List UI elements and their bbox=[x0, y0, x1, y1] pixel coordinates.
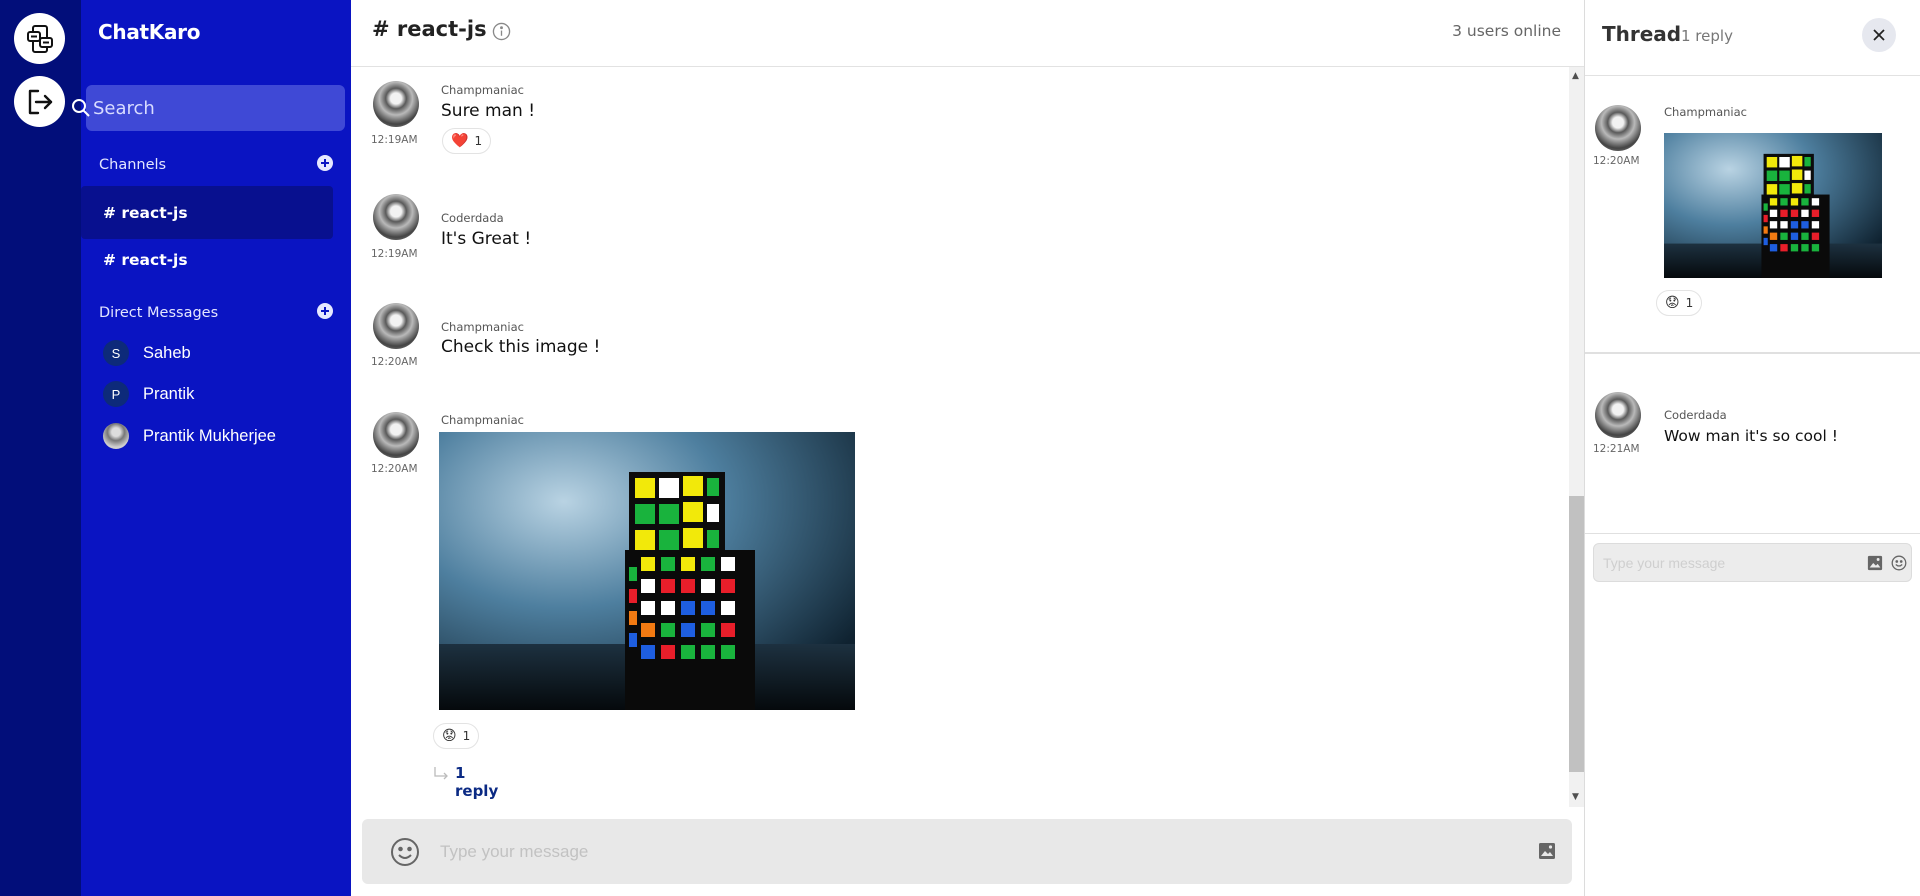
app: ChatKaro Channels # react-js # react-js … bbox=[0, 0, 1920, 896]
message-author[interactable]: Champmaniac bbox=[441, 413, 524, 427]
thread-panel: Thread 1 reply 12:20AM Champmaniac 😟 1 1… bbox=[1584, 0, 1920, 896]
direct-messages-title: Direct Messages bbox=[99, 305, 219, 321]
worried-emoji-icon: 😟 bbox=[442, 728, 457, 744]
avatar[interactable] bbox=[1595, 392, 1641, 438]
info-icon[interactable] bbox=[492, 22, 511, 41]
message-time: 12:20AM bbox=[371, 356, 418, 368]
rubiks-cube-image[interactable] bbox=[1664, 133, 1882, 278]
avatar[interactable] bbox=[373, 194, 419, 240]
scroll-thumb[interactable] bbox=[1569, 496, 1584, 772]
message-text: Wow man it's so cool ! bbox=[1664, 427, 1838, 445]
message-time: 12:20AM bbox=[371, 463, 418, 475]
channels-title: Channels bbox=[99, 157, 167, 173]
thread-reply-count: 1 reply bbox=[1681, 27, 1733, 45]
message-composer bbox=[362, 819, 1572, 884]
reaction-badge[interactable]: 😟 1 bbox=[1656, 290, 1703, 316]
avatar bbox=[103, 423, 129, 449]
dm-name: Prantik Mukherjee bbox=[143, 426, 276, 445]
thread-message-input[interactable] bbox=[1603, 553, 1853, 573]
avatar: P bbox=[103, 381, 129, 407]
app-name: ChatKaro bbox=[98, 20, 201, 44]
search-icon bbox=[72, 99, 90, 117]
reaction-badge[interactable]: ❤️ 1 bbox=[442, 128, 492, 154]
avatar[interactable] bbox=[373, 303, 419, 349]
message-author[interactable]: Coderdada bbox=[1664, 408, 1727, 422]
message-author[interactable]: Champmaniac bbox=[1664, 105, 1747, 119]
left-rail bbox=[0, 0, 81, 896]
avatar[interactable] bbox=[373, 81, 419, 127]
message-time: 12:19AM bbox=[371, 248, 418, 260]
avatar[interactable] bbox=[373, 412, 419, 458]
app-logo-icon[interactable] bbox=[14, 13, 65, 64]
avatar[interactable] bbox=[1595, 105, 1641, 151]
online-count: 3 users online bbox=[1452, 22, 1561, 40]
scroll-up-icon[interactable]: ▲ bbox=[1572, 71, 1579, 81]
heart-emoji-icon: ❤️ bbox=[451, 133, 469, 149]
message-list: 12:19AM Champmaniac Sure man ! ❤️ 1 12:1… bbox=[351, 67, 1584, 807]
message-input[interactable] bbox=[440, 837, 1440, 867]
view-replies-link[interactable]: 1 reply bbox=[455, 764, 498, 800]
scroll-down-icon[interactable]: ▼ bbox=[1572, 792, 1579, 802]
reaction-count: 1 bbox=[462, 729, 471, 743]
message-author[interactable]: Champmaniac bbox=[441, 83, 524, 97]
channel-react-js-2[interactable]: # react-js bbox=[81, 233, 333, 286]
message-scrollbar[interactable]: ▲ ▼ bbox=[1563, 67, 1584, 807]
message-time: 12:19AM bbox=[371, 134, 418, 146]
search-box[interactable] bbox=[72, 85, 345, 131]
dm-name: Saheb bbox=[143, 343, 191, 362]
page-title: # react-js bbox=[372, 17, 487, 41]
main-panel: # react-js 3 users online 12:19AM Champm… bbox=[351, 0, 1584, 896]
reaction-count: 1 bbox=[1685, 296, 1694, 310]
reaction-badge[interactable]: 😟 1 bbox=[433, 723, 480, 749]
worried-emoji-icon: 😟 bbox=[1665, 295, 1680, 311]
emoji-icon[interactable] bbox=[1891, 555, 1907, 571]
message-text: It's Great ! bbox=[441, 229, 532, 249]
message-author[interactable]: Champmaniac bbox=[441, 320, 524, 334]
divider bbox=[1585, 533, 1920, 534]
message-time: 12:20AM bbox=[1593, 155, 1640, 167]
avatar: S bbox=[103, 340, 129, 366]
dm-name: Prantik bbox=[143, 384, 195, 403]
image-upload-icon[interactable] bbox=[1538, 842, 1556, 860]
close-icon bbox=[1873, 29, 1885, 41]
channel-header: # react-js 3 users online bbox=[351, 0, 1584, 67]
dm-prantik-mukherjee[interactable]: Prantik Mukherjee bbox=[103, 422, 276, 450]
add-dm-icon[interactable] bbox=[317, 303, 333, 319]
message-text: Sure man ! bbox=[441, 101, 536, 121]
rubiks-cube-image[interactable] bbox=[439, 432, 855, 710]
emoji-icon[interactable] bbox=[390, 837, 420, 867]
channel-react-js[interactable]: # react-js bbox=[81, 186, 333, 239]
close-thread-button[interactable] bbox=[1862, 18, 1896, 52]
message-text: Check this image ! bbox=[441, 337, 601, 357]
dm-prantik[interactable]: P Prantik bbox=[103, 380, 194, 408]
logout-icon[interactable] bbox=[14, 76, 65, 127]
divider bbox=[1585, 352, 1920, 354]
thread-title: Thread bbox=[1602, 22, 1682, 46]
reaction-count: 1 bbox=[474, 134, 483, 148]
reply-arrow-icon bbox=[434, 767, 448, 780]
add-channel-icon[interactable] bbox=[317, 155, 333, 171]
sidebar: ChatKaro Channels # react-js # react-js … bbox=[72, 0, 351, 896]
thread-header: Thread 1 reply bbox=[1585, 0, 1920, 76]
search-input[interactable] bbox=[86, 97, 345, 119]
message-time: 12:21AM bbox=[1593, 443, 1640, 455]
image-upload-icon[interactable] bbox=[1867, 555, 1883, 571]
message-author[interactable]: Coderdada bbox=[441, 211, 504, 225]
thread-composer bbox=[1593, 543, 1912, 582]
dm-saheb[interactable]: S Saheb bbox=[103, 339, 191, 367]
